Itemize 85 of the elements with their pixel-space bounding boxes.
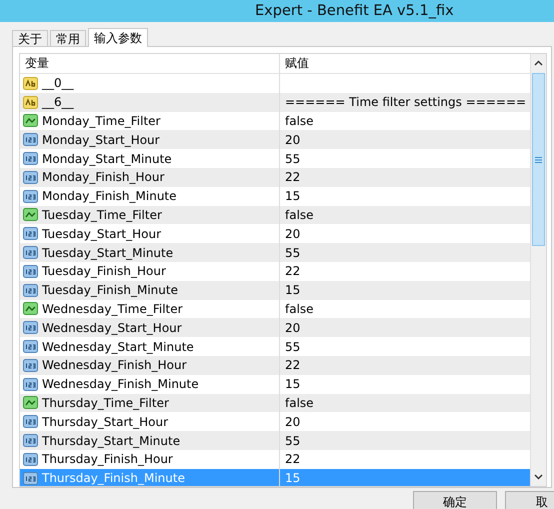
scrollbar-thumb[interactable] (532, 73, 545, 246)
parameter-value: 20 (285, 414, 300, 429)
parameter-name: Thursday_Time_Filter (42, 396, 169, 410)
cancel-button[interactable]: 取 (505, 491, 554, 509)
number-type-icon (23, 339, 38, 354)
ok-button[interactable]: 确定 (413, 491, 497, 509)
parameter-row[interactable]: Wednesday_Start_Hour 20 (20, 318, 530, 338)
number-type-icon (23, 452, 38, 467)
parameter-value: 20 (285, 132, 300, 147)
parameter-name: Thursday_Finish_Hour (42, 452, 173, 466)
parameter-name: Thursday_Finish_Minute (42, 471, 185, 486)
parameter-value: 15 (285, 377, 300, 392)
scrollbar[interactable] (530, 54, 546, 486)
parameter-value: 22 (285, 358, 300, 372)
parameter-value: 22 (285, 170, 300, 184)
parameter-row[interactable]: Tuesday_Time_Filter false (20, 206, 530, 224)
number-type-icon (23, 433, 38, 448)
text-type-icon (23, 76, 38, 91)
parameter-name: Wednesday_Start_Hour (42, 320, 182, 335)
tab[interactable]: 输入参数 (88, 28, 148, 47)
parameter-value: 55 (285, 434, 300, 448)
number-type-icon (23, 470, 38, 486)
parameter-name: __6__ (42, 95, 74, 110)
parameter-name: Tuesday_Start_Minute (42, 246, 174, 260)
parameter-row[interactable]: Thursday_Time_Filter false (20, 394, 530, 412)
boolean-type-icon (23, 207, 38, 222)
parameter-value: false (285, 396, 314, 410)
number-type-icon (23, 264, 38, 279)
parameter-row[interactable]: Wednesday_Finish_Hour 22 (20, 356, 530, 375)
parameter-value: false (285, 208, 314, 222)
number-type-icon (23, 226, 38, 242)
number-type-icon (23, 414, 38, 430)
parameter-name: Thursday_Start_Hour (42, 414, 168, 429)
parameter-name: Tuesday_Finish_Minute (42, 283, 178, 298)
parameter-row[interactable]: Monday_Finish_Hour 22 (20, 168, 530, 187)
grip-icon (535, 156, 542, 162)
parameter-value: 15 (285, 189, 300, 204)
column-header[interactable]: 变量 (20, 54, 279, 73)
parameter-value: false (285, 114, 314, 128)
text-type-icon (23, 94, 38, 110)
number-type-icon (23, 376, 38, 392)
parameter-name: Monday_Finish_Minute (42, 189, 177, 204)
boolean-type-icon (23, 113, 38, 128)
parameter-value: 22 (285, 452, 300, 466)
parameter-row[interactable]: Monday_Start_Hour 20 (20, 130, 530, 150)
parameter-value: 20 (285, 320, 300, 335)
number-type-icon (23, 170, 38, 185)
parameter-value: 55 (285, 152, 300, 166)
parameter-row[interactable]: __6__ ====== Time filter settings ====== (20, 92, 530, 112)
parameter-row[interactable]: Tuesday_Start_Minute 55 (20, 243, 530, 262)
parameter-row[interactable]: Thursday_Start_Minute 55 (20, 431, 530, 450)
parameter-name: Tuesday_Start_Hour (42, 226, 162, 241)
boolean-type-icon (23, 301, 38, 316)
parameter-name: Tuesday_Time_Filter (42, 208, 162, 222)
parameter-name: Monday_Start_Minute (42, 152, 172, 166)
parameter-value: 55 (285, 246, 300, 260)
tab[interactable]: 关于 (12, 30, 48, 46)
parameter-value: 15 (285, 471, 300, 486)
boolean-type-icon (23, 395, 38, 410)
parameter-row[interactable]: Tuesday_Finish_Minute 15 (20, 280, 530, 300)
parameter-name: Wednesday_Start_Minute (42, 340, 194, 354)
number-type-icon (23, 151, 38, 166)
tab[interactable]: 常用 (50, 30, 86, 46)
parameter-name: __0__ (42, 76, 74, 90)
parameter-name: Monday_Start_Hour (42, 132, 160, 147)
parameter-name: Monday_Time_Filter (42, 114, 160, 128)
parameter-name: Wednesday_Finish_Hour (42, 358, 187, 372)
number-type-icon (23, 188, 38, 204)
parameter-name: Monday_Finish_Hour (42, 170, 164, 184)
window-title: Expert - Benefit EA v5.1_fix (0, 0, 554, 22)
number-type-icon (23, 320, 38, 336)
parameter-name: Thursday_Start_Minute (42, 434, 180, 448)
parameter-value: false (285, 302, 314, 316)
number-type-icon (23, 282, 38, 298)
parameter-value: 55 (285, 340, 300, 354)
parameter-value: 22 (285, 264, 300, 278)
parameter-name: Tuesday_Finish_Hour (42, 264, 166, 278)
parameter-name: Wednesday_Time_Filter (42, 302, 183, 316)
parameter-value: 15 (285, 283, 300, 298)
number-type-icon (23, 358, 38, 373)
parameter-value: ====== Time filter settings ====== (285, 95, 526, 110)
parameter-value: 20 (285, 226, 300, 241)
number-type-icon (23, 132, 38, 148)
parameter-name: Wednesday_Finish_Minute (42, 377, 199, 392)
number-type-icon (23, 245, 38, 260)
